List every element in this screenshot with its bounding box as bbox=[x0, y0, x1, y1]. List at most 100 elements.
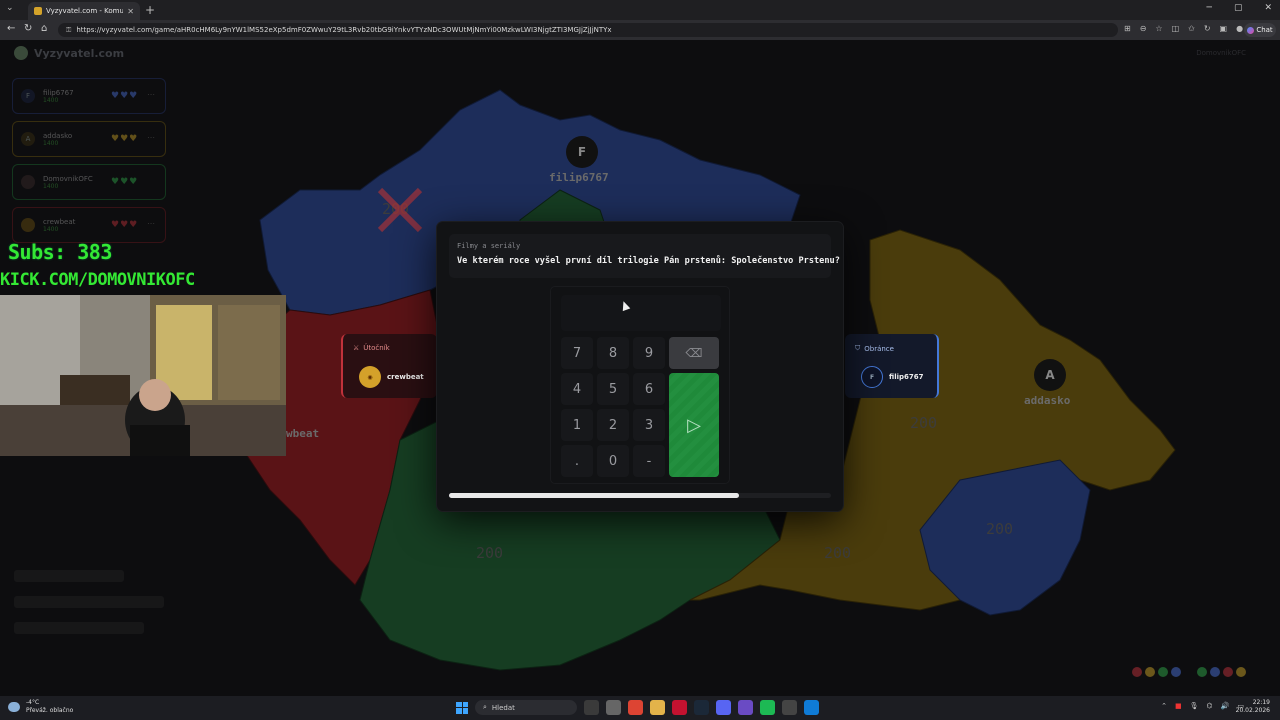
refresh-icon[interactable]: ↻ bbox=[24, 23, 32, 34]
site-logo[interactable]: Vyzyvatel.com bbox=[14, 46, 124, 60]
answer-display bbox=[561, 295, 721, 331]
discord-icon[interactable] bbox=[716, 700, 731, 715]
minimize-button[interactable]: ─ bbox=[1207, 3, 1212, 13]
chat-panel-faded bbox=[14, 570, 184, 680]
favorites-icon[interactable]: ✩ bbox=[1188, 24, 1195, 33]
app-icon[interactable] bbox=[782, 700, 797, 715]
sync-icon[interactable]: ↻ bbox=[1204, 24, 1211, 33]
maximize-button[interactable]: ▢ bbox=[1234, 3, 1243, 13]
favorite-icon[interactable]: ☆ bbox=[1155, 24, 1162, 33]
map-name-crewbeat: wbeat bbox=[286, 427, 320, 440]
weather-text: Převáž. oblačno bbox=[26, 707, 74, 714]
chrome-icon[interactable] bbox=[628, 700, 643, 715]
network-icon[interactable]: ⌬ bbox=[1207, 702, 1213, 710]
split-icon[interactable]: ◫ bbox=[1172, 24, 1180, 33]
steam-icon[interactable] bbox=[694, 700, 709, 715]
map-name-addasko: addasko bbox=[1024, 394, 1071, 407]
player-card-addasko[interactable]: A addasko 1400 ♥♥♥ ⋯ bbox=[12, 121, 166, 157]
collections-icon[interactable]: ▣ bbox=[1220, 24, 1228, 33]
key-7[interactable]: 7 bbox=[561, 337, 593, 369]
task-view-icon[interactable] bbox=[584, 700, 599, 715]
color-dot bbox=[1210, 667, 1220, 677]
chat-label: Chat bbox=[1256, 26, 1273, 34]
edge-icon[interactable] bbox=[804, 700, 819, 715]
faded-row bbox=[14, 570, 124, 582]
tray-app-icon[interactable]: ■ bbox=[1175, 702, 1182, 710]
start-button[interactable] bbox=[456, 701, 468, 714]
key-0[interactable]: 0 bbox=[597, 445, 629, 477]
tray-chevron-icon[interactable]: ⌃ bbox=[1161, 702, 1167, 710]
close-tab-icon[interactable]: ✕ bbox=[127, 7, 134, 16]
taskbar-search[interactable]: ⌕ Hledat bbox=[475, 700, 577, 715]
color-dot bbox=[1236, 667, 1246, 677]
key-4[interactable]: 4 bbox=[561, 373, 593, 405]
key-dot[interactable]: . bbox=[561, 445, 593, 477]
subs-counter: Subs: 383 bbox=[8, 240, 112, 264]
defender-name: filip6767 bbox=[889, 373, 924, 381]
messenger-icon[interactable] bbox=[738, 700, 753, 715]
more-icon[interactable]: ⋯ bbox=[147, 90, 155, 99]
back-icon[interactable]: ← bbox=[7, 23, 15, 34]
hearts-icon: ♥♥♥ bbox=[111, 177, 139, 187]
copilot-chat-button[interactable]: Chat bbox=[1244, 23, 1276, 37]
key-9[interactable]: 9 bbox=[633, 337, 665, 369]
browser-tab[interactable]: Vyzyvatel.com - Komunitní vě ✕ bbox=[28, 2, 140, 20]
more-icon[interactable]: ⋯ bbox=[147, 219, 155, 228]
player-points: 1400 bbox=[43, 225, 59, 233]
player-name: filip6767 bbox=[43, 88, 74, 97]
file-explorer-icon[interactable] bbox=[650, 700, 665, 715]
hearts-icon: ♥♥♥ bbox=[111, 134, 139, 144]
hearts-icon: ♥♥♥ bbox=[111, 220, 139, 230]
key-1[interactable]: 1 bbox=[561, 409, 593, 441]
key-8[interactable]: 8 bbox=[597, 337, 629, 369]
new-tab-button[interactable]: + bbox=[145, 3, 155, 17]
player-card-domovnikofc[interactable]: DomovnikOFC 1400 ♥♥♥ bbox=[12, 164, 166, 200]
player-points: 1400 bbox=[43, 96, 59, 104]
search-placeholder: Hledat bbox=[491, 703, 515, 712]
player-card-filip6767[interactable]: F filip6767 1400 ♥♥♥ ⋯ bbox=[12, 78, 166, 114]
key-2[interactable]: 2 bbox=[597, 409, 629, 441]
tab-list-icon[interactable]: ⌄ bbox=[6, 3, 14, 13]
color-dots bbox=[1132, 667, 1246, 677]
key-minus[interactable]: - bbox=[633, 445, 665, 477]
key-6[interactable]: 6 bbox=[633, 373, 665, 405]
site-info-icon[interactable]: ⚿ bbox=[66, 26, 71, 35]
tab-title: Vyzyvatel.com - Komunitní vě bbox=[46, 7, 124, 15]
address-bar[interactable]: ⚿ https://vyzyvatel.com/game/aHR0cHM6Ly9… bbox=[58, 23, 1118, 37]
url-text: https://vyzyvatel.com/game/aHR0cHM6Ly9nY… bbox=[76, 26, 612, 34]
weather-widget[interactable]: -4°C Převáž. oblačno bbox=[8, 699, 73, 715]
more-icon[interactable]: ⋯ bbox=[147, 133, 155, 142]
widgets-icon[interactable] bbox=[606, 700, 621, 715]
key-3[interactable]: 3 bbox=[633, 409, 665, 441]
submit-button[interactable]: ▷ bbox=[669, 373, 719, 477]
color-dot bbox=[1145, 667, 1155, 677]
opera-icon[interactable] bbox=[672, 700, 687, 715]
player-card-crewbeat[interactable]: crewbeat 1400 ♥♥♥ ⋯ bbox=[12, 207, 166, 243]
key-5[interactable]: 5 bbox=[597, 373, 629, 405]
spotify-icon[interactable] bbox=[760, 700, 775, 715]
backspace-button[interactable]: ⌫ bbox=[669, 337, 719, 369]
region-value-1: 200 bbox=[476, 544, 503, 562]
reader-icon[interactable]: ⊖ bbox=[1140, 24, 1147, 33]
defender-avatar: F bbox=[861, 366, 883, 388]
color-dot bbox=[1171, 667, 1181, 677]
question-category: Filmy a seriály bbox=[457, 242, 521, 250]
app-icon[interactable]: ⊞ bbox=[1124, 24, 1131, 33]
attacker-avatar: ◉ bbox=[359, 366, 381, 388]
numeric-keypad: 7 8 9 ⌫ 4 5 6 ▷ 1 2 3 . 0 - bbox=[550, 286, 730, 484]
close-window-button[interactable]: ✕ bbox=[1264, 3, 1272, 13]
player-name: DomovnikOFC bbox=[43, 174, 93, 183]
hearts-icon: ♥♥♥ bbox=[111, 91, 139, 101]
region-value-2: 200 bbox=[824, 544, 851, 562]
system-clock[interactable]: 22:19 20.02.2026 bbox=[1236, 699, 1270, 715]
color-dot bbox=[1158, 667, 1168, 677]
current-user-name[interactable]: DomovnikOFC bbox=[1196, 49, 1246, 57]
profile-icon[interactable]: ● bbox=[1236, 24, 1243, 33]
avatar: F bbox=[21, 89, 35, 103]
volume-icon[interactable]: 🔊 bbox=[1221, 702, 1230, 710]
home-icon[interactable]: ⌂ bbox=[41, 23, 47, 34]
color-dot bbox=[1184, 667, 1194, 677]
region-value-3: 200 bbox=[986, 520, 1013, 538]
mic-icon[interactable]: 🎙 bbox=[1190, 702, 1199, 710]
defender-card: ⛉ Obránce F filip6767 bbox=[845, 334, 939, 398]
